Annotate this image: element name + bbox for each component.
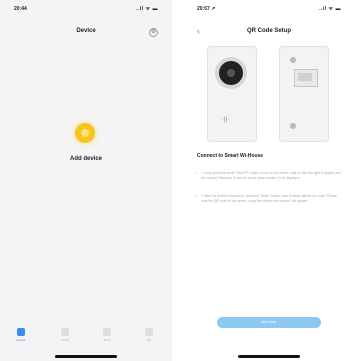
page-title: Device bbox=[76, 28, 96, 34]
device-list-screen: 20:44 ..il ᯤ ▬ Device ⊕ Add device Devic… bbox=[0, 0, 172, 361]
step-bullet: • bbox=[195, 171, 197, 175]
tab-label: Smart bbox=[60, 338, 69, 342]
add-device-label[interactable]: Add device bbox=[0, 156, 172, 162]
tab-store[interactable]: Store bbox=[92, 328, 122, 342]
doorbell-front-image: ·||· bbox=[207, 46, 257, 142]
status-bar: 20:57 ↗ ..il ᯤ ▬ bbox=[183, 6, 355, 16]
status-bar: 20:44 ..il ᯤ ▬ bbox=[0, 6, 172, 16]
doorbell-back-image bbox=[279, 46, 329, 142]
tab-label: Store bbox=[103, 338, 111, 342]
tab-smart[interactable]: Smart bbox=[50, 328, 80, 342]
profile-icon bbox=[145, 328, 153, 336]
bottom-tab-bar: Device Smart Store Me bbox=[0, 328, 172, 350]
instruction-list: • 1. Long-press the small "ON/OFF" butto… bbox=[195, 171, 343, 217]
camera-lens-icon bbox=[219, 61, 243, 85]
tab-label: Me bbox=[146, 338, 152, 342]
status-time: 20:57 ↗ bbox=[197, 6, 216, 12]
next-button[interactable]: Next step bbox=[217, 317, 321, 328]
step-text: 2. After the device is turned on, press … bbox=[201, 194, 337, 203]
status-time: 20:44 bbox=[14, 6, 27, 12]
instruction-step: • 2. After the device is turned on, pres… bbox=[195, 194, 343, 203]
section-heading: Connect to Smart Wi-House bbox=[197, 153, 264, 159]
signal-battery-icon: ..il ᯤ ▬ bbox=[136, 6, 158, 12]
tab-device[interactable]: Device bbox=[6, 328, 36, 342]
tab-me[interactable]: Me bbox=[134, 328, 164, 342]
speaker-grille: ·||· bbox=[222, 117, 230, 123]
instruction-step: • 1. Long-press the small "ON/OFF" butto… bbox=[195, 171, 343, 180]
qr-setup-screen: 20:57 ↗ ..il ᯤ ▬ ‹ QR Code Setup ·||· Co… bbox=[183, 0, 355, 361]
smart-icon bbox=[61, 328, 69, 336]
home-indicator bbox=[238, 355, 300, 358]
store-icon bbox=[103, 328, 111, 336]
home-icon bbox=[17, 328, 25, 336]
step-text: 1. Long-press the small "ON/OFF" button … bbox=[201, 171, 341, 180]
mount-hole bbox=[290, 57, 296, 63]
reset-panel bbox=[298, 73, 312, 81]
page-title: QR Code Setup bbox=[246, 28, 291, 34]
add-circle-icon[interactable]: ⊕ bbox=[149, 28, 158, 37]
step-bullet: • bbox=[195, 194, 197, 199]
home-indicator bbox=[55, 355, 117, 358]
add-device-icon[interactable] bbox=[75, 123, 95, 143]
tab-label: Device bbox=[16, 338, 26, 342]
mount-hole bbox=[290, 123, 296, 129]
signal-battery-icon: ..il ᯤ ▬ bbox=[319, 6, 341, 12]
